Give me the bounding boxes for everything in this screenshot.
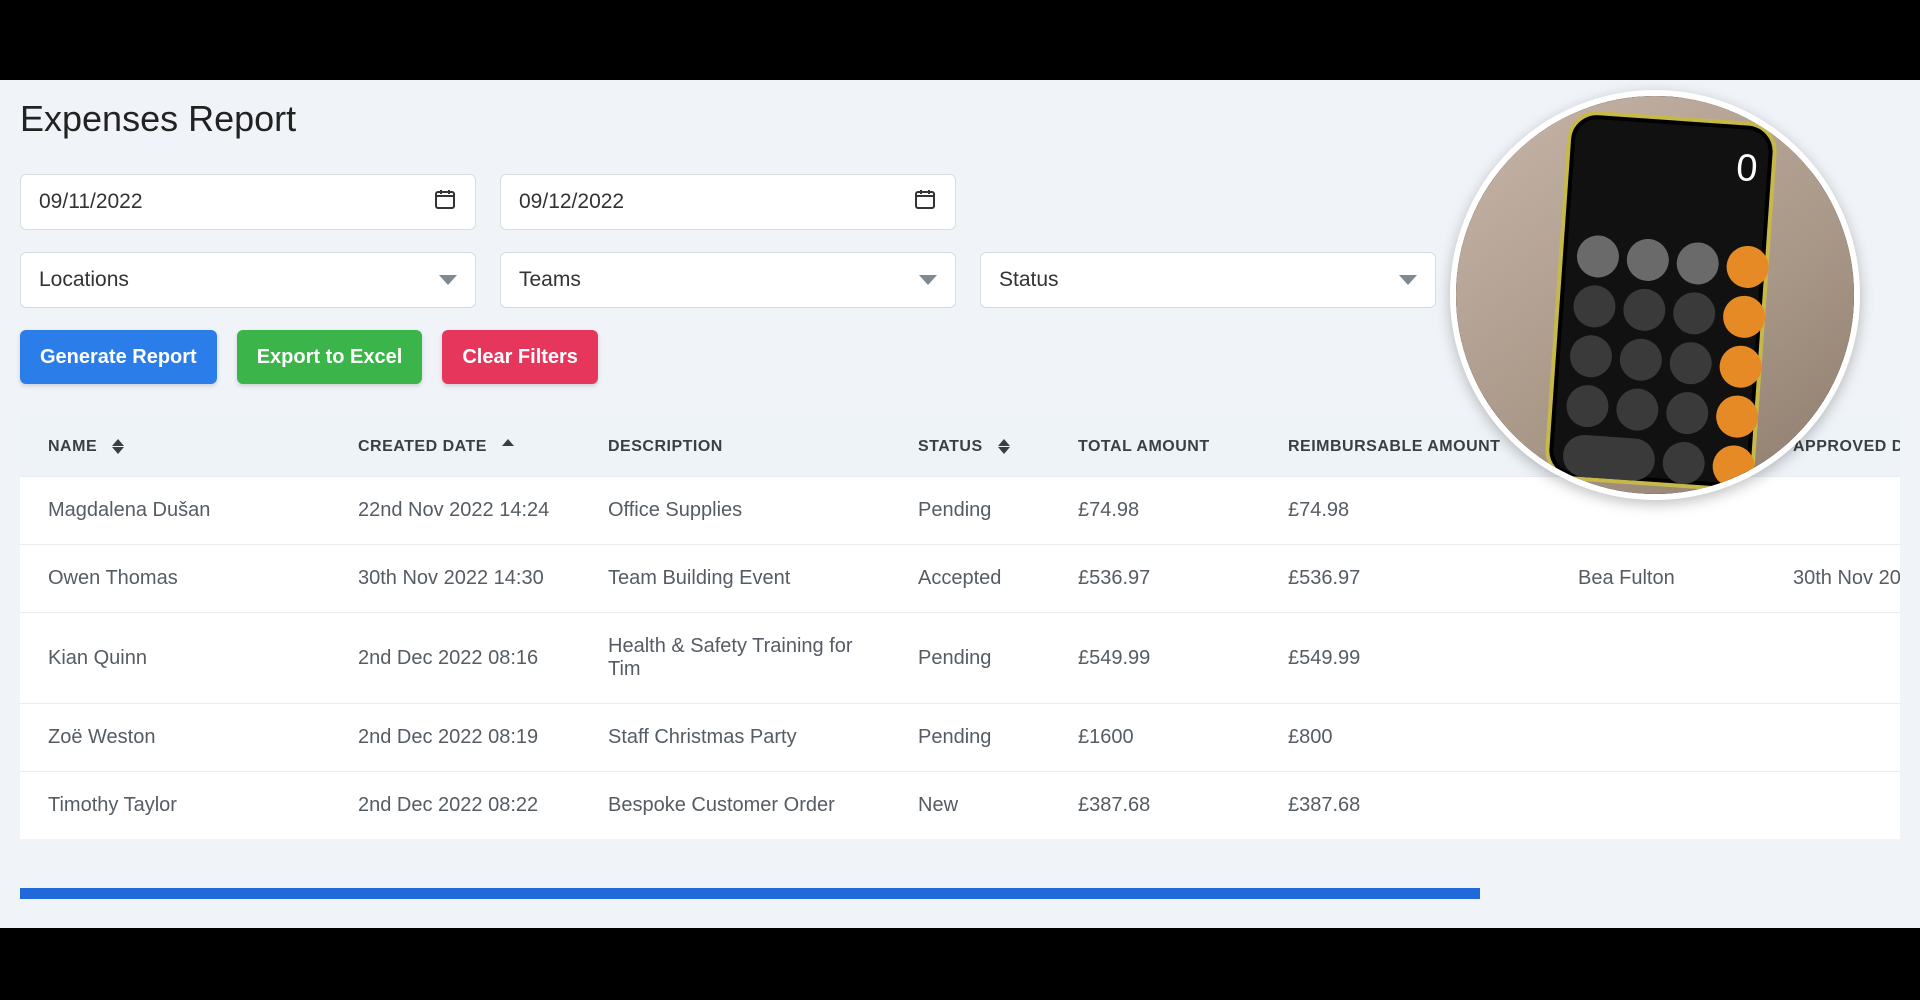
cell-description: Health & Safety Training for Tim [580,613,890,704]
cell-created: 22nd Nov 2022 14:24 [330,477,580,545]
cell-total: £387.68 [1050,772,1260,840]
cell-description: Office Supplies [580,477,890,545]
date-to-input[interactable]: 09/12/2022 [500,174,956,230]
chevron-down-icon [1399,275,1417,285]
export-excel-button[interactable]: Export to Excel [237,330,423,384]
cell-approved_date [1765,704,1900,772]
cell-status: New [890,772,1050,840]
table-row[interactable]: Zoë Weston2nd Dec 2022 08:19Staff Christ… [20,704,1900,772]
status-select[interactable]: Status [980,252,1436,308]
sort-asc-icon [502,439,514,454]
teams-label: Teams [519,268,581,292]
cell-status: Pending [890,477,1050,545]
cell-approved_by [1550,772,1765,840]
calendar-icon [433,187,457,217]
cell-approved_date [1765,613,1900,704]
cell-reimbursable: £536.97 [1260,545,1550,613]
cell-approved_date: 30th Nov 20 [1765,545,1900,613]
calculator-display: 0 [1735,147,1759,191]
cell-reimbursable: £387.68 [1260,772,1550,840]
generate-report-button[interactable]: Generate Report [20,330,217,384]
cell-reimbursable: £800 [1260,704,1550,772]
cell-name: Kian Quinn [20,613,330,704]
cell-approved_date [1765,772,1900,840]
teams-select[interactable]: Teams [500,252,956,308]
cell-total: £74.98 [1050,477,1260,545]
decorator-notches [1450,0,1920,80]
cell-created: 2nd Dec 2022 08:16 [330,613,580,704]
cell-total: £549.99 [1050,613,1260,704]
cell-approved_by [1550,613,1765,704]
cell-approved_by: Bea Fulton [1550,545,1765,613]
cell-description: Bespoke Customer Order [580,772,890,840]
cell-created: 2nd Dec 2022 08:22 [330,772,580,840]
col-created-date[interactable]: Created Date [330,418,580,477]
horizontal-scrollbar-thumb[interactable] [20,888,1480,899]
sort-icon [112,439,124,454]
col-total[interactable]: Total Amount [1050,418,1260,477]
cell-total: £536.97 [1050,545,1260,613]
date-from-value: 09/11/2022 [39,190,143,214]
cell-name: Magdalena Dušan [20,477,330,545]
cell-status: Pending [890,613,1050,704]
cell-description: Team Building Event [580,545,890,613]
cell-name: Zoë Weston [20,704,330,772]
table-row[interactable]: Kian Quinn2nd Dec 2022 08:16Health & Saf… [20,613,1900,704]
cell-approved_by [1550,704,1765,772]
chevron-down-icon [439,275,457,285]
cell-status: Accepted [890,545,1050,613]
calendar-icon [913,187,937,217]
date-to-value: 09/12/2022 [519,190,624,214]
cell-total: £1600 [1050,704,1260,772]
cell-name: Owen Thomas [20,545,330,613]
hero-calculator-image: 0 [1450,90,1860,500]
clear-filters-button[interactable]: Clear Filters [442,330,598,384]
cell-name: Timothy Taylor [20,772,330,840]
table-row[interactable]: Owen Thomas30th Nov 2022 14:30Team Build… [20,545,1900,613]
cell-description: Staff Christmas Party [580,704,890,772]
locations-label: Locations [39,268,129,292]
cell-created: 30th Nov 2022 14:30 [330,545,580,613]
date-from-input[interactable]: 09/11/2022 [20,174,476,230]
col-description[interactable]: Description [580,418,890,477]
table-row[interactable]: Timothy Taylor2nd Dec 2022 08:22Bespoke … [20,772,1900,840]
col-status[interactable]: Status [890,418,1050,477]
cell-created: 2nd Dec 2022 08:19 [330,704,580,772]
locations-select[interactable]: Locations [20,252,476,308]
col-name[interactable]: Name [20,418,330,477]
sort-icon [998,439,1010,454]
cell-reimbursable: £549.99 [1260,613,1550,704]
cell-status: Pending [890,704,1050,772]
chevron-down-icon [919,275,937,285]
status-label: Status [999,268,1059,292]
